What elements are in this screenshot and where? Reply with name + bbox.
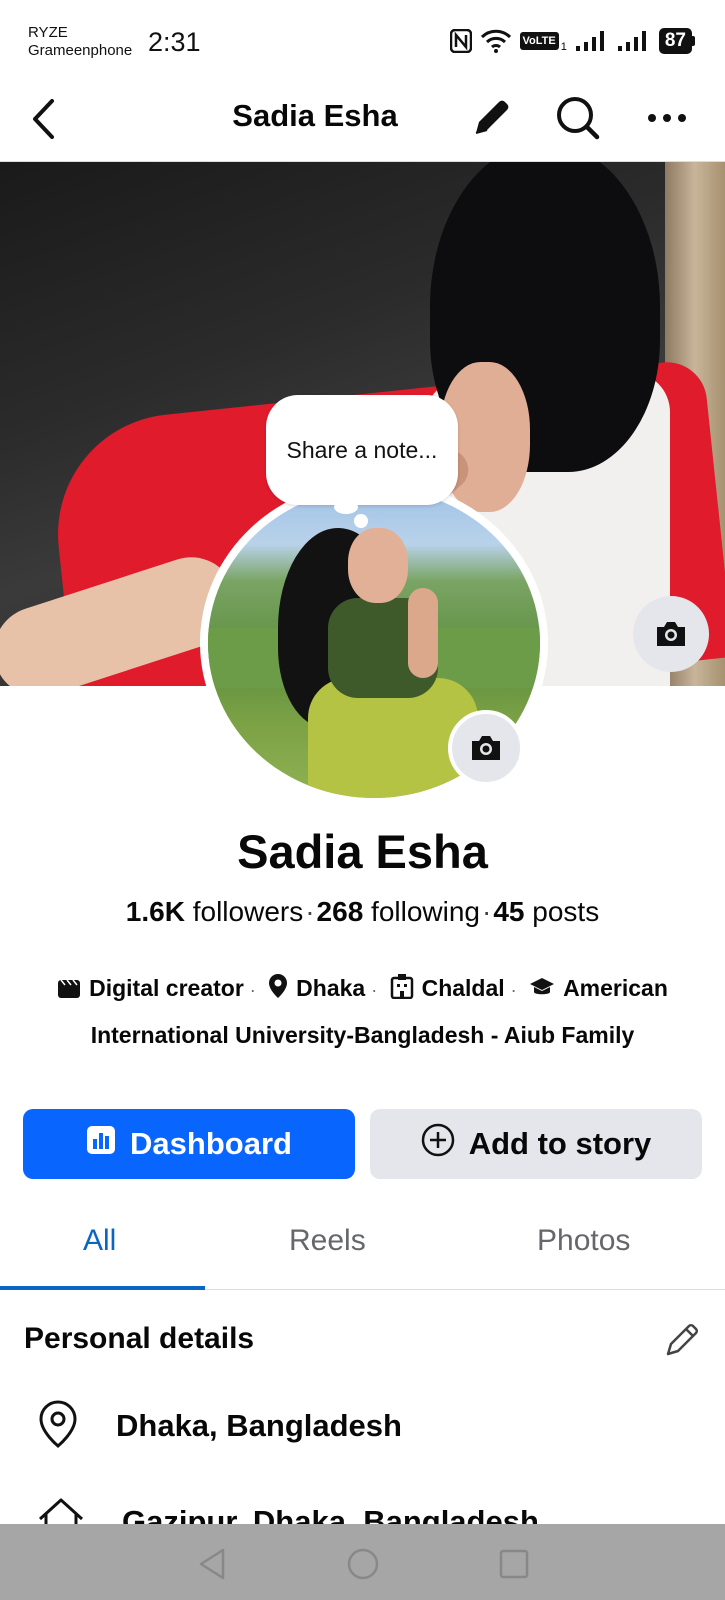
- battery-level: 87: [658, 28, 692, 54]
- tab-photos[interactable]: Photos: [537, 1224, 630, 1258]
- edit-details-button[interactable]: [660, 1318, 704, 1362]
- dashboard-icon: [86, 1125, 116, 1163]
- tab-all[interactable]: All: [83, 1224, 116, 1258]
- header-title: Sadia Esha: [232, 98, 398, 133]
- nav-recents-button[interactable]: [494, 1544, 534, 1584]
- posts-label: posts: [532, 896, 600, 927]
- camera-icon: [472, 736, 500, 760]
- pencil-outline-icon: [666, 1324, 698, 1356]
- camera-icon: [657, 622, 685, 646]
- edit-cover-photo-button[interactable]: [633, 596, 709, 672]
- plus-circle-icon: [421, 1123, 455, 1165]
- personal-details-title: Personal details: [24, 1322, 255, 1355]
- posts-count: 45: [493, 896, 525, 927]
- intro-category: Digital creator: [89, 975, 244, 1001]
- status-bar: RYZE Grameenphone 2:31 VoLTE 1 87: [0, 0, 725, 80]
- signal-icon: [575, 30, 609, 52]
- status-time: 2:31: [148, 27, 201, 57]
- add-to-story-label: Add to story: [468, 1126, 652, 1161]
- dashboard-label: Dashboard: [130, 1126, 292, 1161]
- wifi-icon: [480, 29, 512, 53]
- profile-stats: 1.6K followers·268 following·45 posts: [125, 896, 600, 927]
- active-tab-indicator: [0, 1286, 205, 1290]
- detail-current-city: Dhaka, Bangladesh: [116, 1408, 402, 1443]
- back-triangle-icon: [199, 1548, 225, 1580]
- intro-work: Chaldal: [421, 975, 505, 1001]
- system-navigation-bar: [0, 1524, 725, 1600]
- briefcase-building-icon: [390, 969, 414, 1013]
- intro-education-line2: International University-Bangladesh - Ai…: [90, 1022, 635, 1048]
- signal-icon-2: [617, 30, 651, 52]
- search-button[interactable]: [550, 90, 606, 146]
- edit-profile-button[interactable]: [463, 90, 519, 146]
- search-icon: [557, 97, 600, 140]
- following-label[interactable]: following: [371, 896, 480, 927]
- intro-location: Dhaka: [296, 975, 366, 1001]
- nav-home-button[interactable]: [343, 1544, 383, 1584]
- more-options-button[interactable]: [639, 90, 695, 146]
- location-pin-icon: [268, 969, 288, 1013]
- clapperboard-icon: [57, 969, 81, 1013]
- detail-item: Dhaka, Bangladesh: [36, 1398, 402, 1454]
- recents-square-icon: [499, 1549, 529, 1579]
- battery-icon: 87: [658, 28, 695, 54]
- home-circle-icon: [347, 1548, 379, 1580]
- dashboard-button[interactable]: Dashboard: [23, 1109, 355, 1179]
- sim-number: 1: [560, 41, 567, 53]
- note-bubble-tail: [334, 500, 358, 514]
- nav-back-button[interactable]: [192, 1544, 232, 1584]
- profile-intro: Digital creator · Dhaka · Chaldal · America…: [40, 966, 685, 1057]
- share-note-bubble[interactable]: Share a note...: [266, 395, 458, 505]
- graduation-cap-icon: [529, 969, 555, 1013]
- profile-name: Sadia Esha: [237, 825, 488, 878]
- followers-count[interactable]: 1.6K: [126, 896, 185, 927]
- profile-tabs: All Reels Photos: [0, 1210, 725, 1290]
- carrier-info: RYZE Grameenphone: [28, 24, 132, 60]
- location-pin-icon: [36, 1399, 80, 1454]
- tab-reels[interactable]: Reels: [289, 1224, 366, 1258]
- nfc-icon: [449, 29, 472, 53]
- edit-profile-picture-button[interactable]: [448, 710, 524, 786]
- more-icon: [648, 114, 686, 122]
- carrier-line1: RYZE: [28, 24, 68, 41]
- intro-education-line1: American: [563, 975, 668, 1001]
- note-bubble-tail-dot: [354, 514, 368, 528]
- add-to-story-button[interactable]: Add to story: [370, 1109, 702, 1179]
- profile-header: Sadia Esha: [0, 80, 725, 162]
- following-count[interactable]: 268: [317, 896, 364, 927]
- followers-label[interactable]: followers: [193, 896, 303, 927]
- pencil-icon: [475, 100, 509, 134]
- carrier-line2: Grameenphone: [28, 42, 133, 59]
- status-icons: VoLTE 1 87: [449, 28, 695, 54]
- volte-badge: VoLTE: [519, 32, 559, 50]
